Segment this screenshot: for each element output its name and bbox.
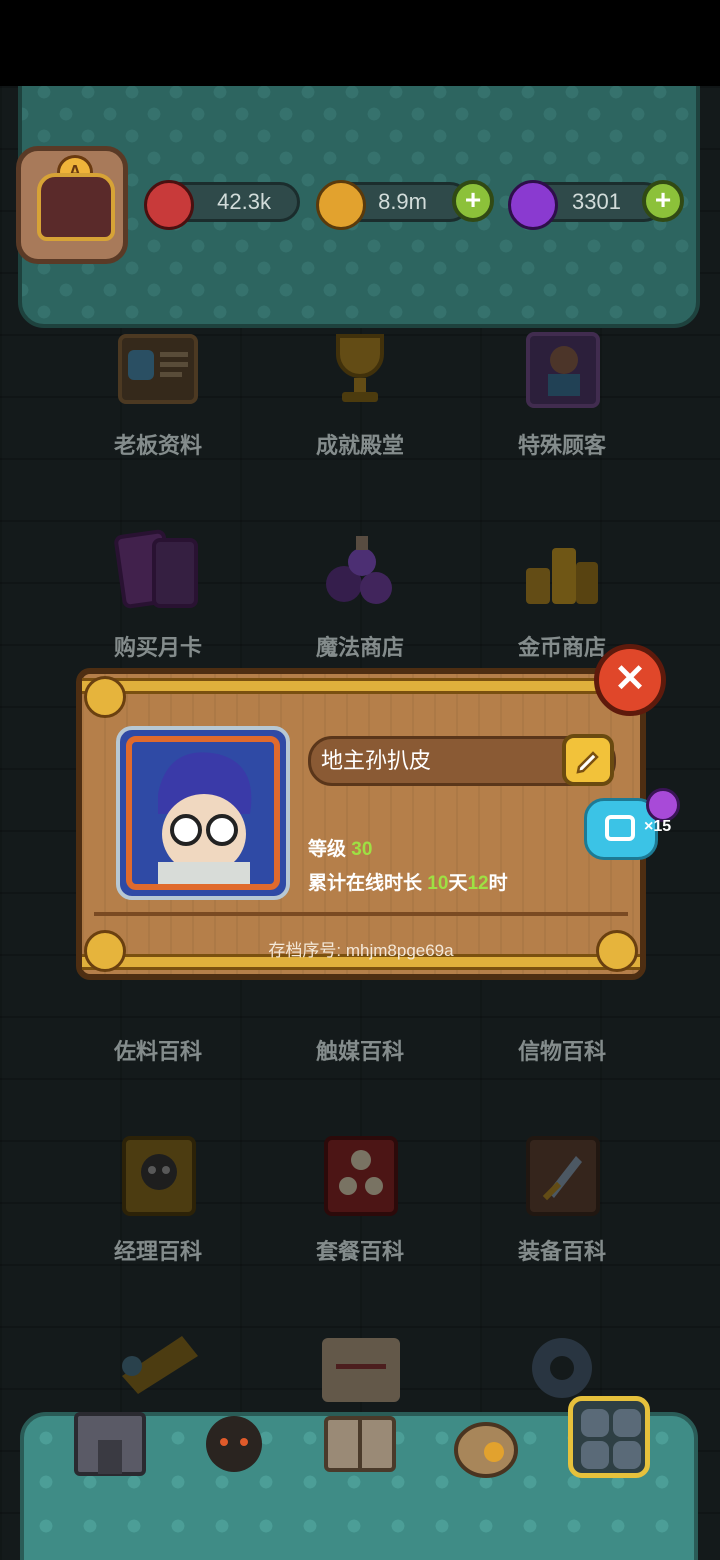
modal-divider xyxy=(94,912,628,916)
menu-boss-profile[interactable]: 老板资料 xyxy=(78,326,238,496)
potion-icon xyxy=(508,180,558,230)
gold-shop-icon xyxy=(526,548,598,604)
trophy-icon xyxy=(336,334,384,402)
menu-label: 成就殿堂 xyxy=(315,433,404,458)
hours-unit: 时 xyxy=(488,873,508,894)
monthly-card-icon xyxy=(114,529,198,609)
menu-equipment-book[interactable]: 装备百科 xyxy=(482,1132,642,1302)
menu-manager-book[interactable]: 经理百科 xyxy=(78,1132,238,1302)
manager-book-icon xyxy=(122,1136,196,1216)
menu-combo-book[interactable]: 套餐百科 xyxy=(280,1132,440,1302)
menu-label: 魔法商店 xyxy=(315,635,404,660)
nav-restaurant-icon[interactable] xyxy=(72,1404,148,1480)
settings-gear-icon[interactable] xyxy=(520,1326,604,1406)
pencil-icon xyxy=(576,751,599,774)
magic-shop-icon xyxy=(326,536,392,604)
edit-name-button[interactable] xyxy=(562,734,614,786)
scroll-icon xyxy=(322,1338,400,1402)
potion-reward-icon xyxy=(646,788,680,822)
menu-label: 老板资料 xyxy=(113,433,202,458)
nav-book-icon[interactable] xyxy=(322,1404,398,1480)
add-potion-button[interactable]: + xyxy=(642,180,684,222)
eye-amount: 42.3k xyxy=(217,189,271,214)
days-unit: 天 xyxy=(448,873,468,894)
menu-label: 佐料百科 xyxy=(113,1039,202,1064)
close-icon: ✕ xyxy=(614,658,646,700)
share-reward-count: ×15 xyxy=(644,818,672,835)
level-value: 30 xyxy=(351,839,373,860)
nav-menu-grid-icon[interactable] xyxy=(568,1396,650,1478)
menu-label: 信物百科 xyxy=(517,1039,606,1064)
special-customer-icon xyxy=(526,332,600,408)
player-portrait[interactable] xyxy=(116,726,290,900)
telescope-icon xyxy=(122,1336,198,1394)
profile-modal: 地主孙扒皮 等级 30 累计在线时长 10天12时 存档序号: mhjm8pge… xyxy=(76,668,646,980)
nav-money-bag-icon[interactable] xyxy=(448,1404,524,1480)
nav-monster-icon[interactable] xyxy=(196,1404,272,1480)
menu-label: 特殊顾客 xyxy=(517,433,606,458)
share-icon xyxy=(605,815,635,841)
status-bar xyxy=(0,0,720,86)
equipment-book-icon xyxy=(526,1136,600,1216)
potion-amount: 3301 xyxy=(572,189,621,214)
eye-icon xyxy=(144,180,194,230)
add-coins-button[interactable]: + xyxy=(452,180,494,222)
menu-label: 经理百科 xyxy=(113,1239,202,1264)
level-row: 等级 30 xyxy=(308,834,372,861)
coin-amount: 8.9m xyxy=(378,189,427,214)
online-days: 10 xyxy=(427,873,449,894)
menu-special-customer[interactable]: 特殊顾客 xyxy=(482,326,642,496)
menu-achievements[interactable]: 成就殿堂 xyxy=(280,326,440,496)
modal-top-rail xyxy=(82,678,640,694)
menu-label: 装备百科 xyxy=(517,1239,606,1264)
chef-portrait-icon xyxy=(158,752,252,884)
player-avatar-badge[interactable]: A xyxy=(16,146,128,264)
level-label: 等级 xyxy=(308,839,347,860)
online-time-row: 累计在线时长 10天12时 xyxy=(308,868,508,895)
menu-label: 购买月卡 xyxy=(113,635,202,660)
avatar-chef-icon xyxy=(37,173,115,241)
corner-ornament-icon xyxy=(84,676,126,718)
boss-profile-icon xyxy=(118,334,198,404)
menu-label: 套餐百科 xyxy=(315,1239,404,1264)
online-hours: 12 xyxy=(467,873,489,894)
close-button[interactable]: ✕ xyxy=(594,644,666,716)
online-time-label: 累计在线时长 xyxy=(308,873,423,894)
menu-label: 触媒百科 xyxy=(315,1039,404,1064)
coin-icon xyxy=(316,180,366,230)
game-screen: 老板资料 成就殿堂 特殊顾客 购买月卡 魔法商店 金币商店 佐料百科 触媒百科 … xyxy=(0,86,720,1560)
save-id: 存档序号: mhjm8pge69a xyxy=(268,941,454,960)
combo-book-icon xyxy=(324,1136,398,1216)
player-name: 地主孙扒皮 xyxy=(321,748,432,773)
